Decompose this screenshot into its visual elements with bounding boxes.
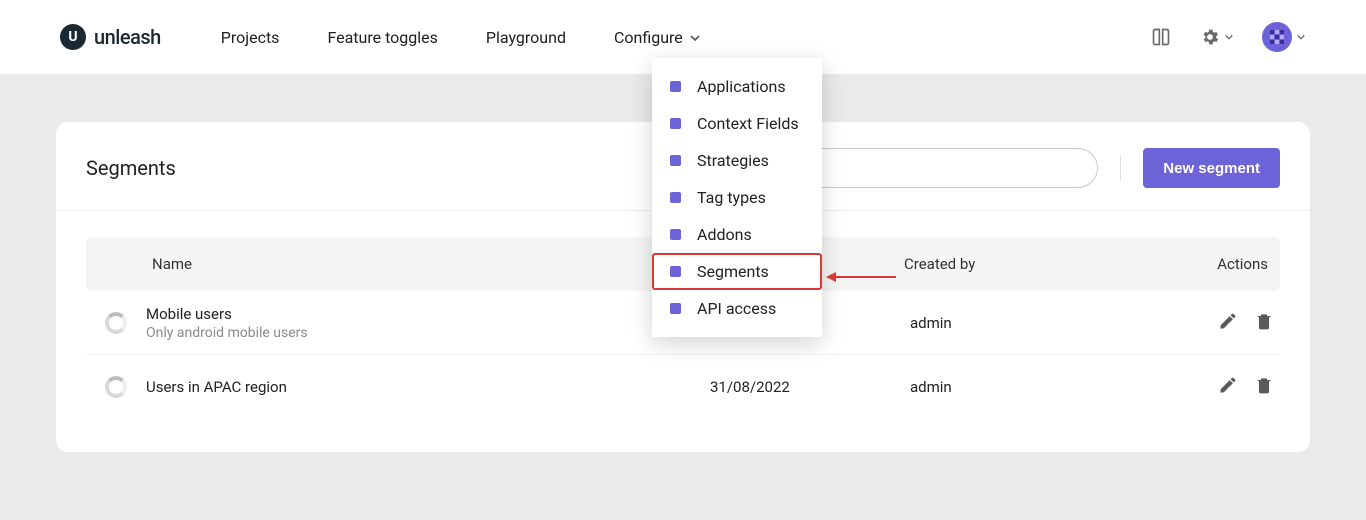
brand-mark: U (60, 24, 86, 50)
dd-tag-types[interactable]: Tag types (652, 179, 822, 216)
segment-name: Mobile users (146, 305, 710, 323)
dd-context-fields[interactable]: Context Fields (652, 105, 822, 142)
segment-desc: Only android mobile users (146, 325, 710, 341)
topbar-right (1150, 22, 1306, 52)
bullet-icon (670, 229, 681, 240)
dd-label: Strategies (697, 151, 769, 170)
dd-applications[interactable]: Applications (652, 68, 822, 105)
segment-icon (86, 312, 146, 334)
annotation-arrow (826, 270, 896, 284)
bullet-icon (670, 192, 681, 203)
avatar (1262, 22, 1292, 52)
row-created-by: admin (910, 314, 1160, 332)
dd-strategies[interactable]: Strategies (652, 142, 822, 179)
segment-name: Users in APAC region (146, 378, 710, 396)
edit-icon[interactable] (1218, 375, 1238, 399)
bullet-icon (670, 155, 681, 166)
dd-label: Tag types (697, 188, 766, 207)
row-created-by: admin (910, 378, 1160, 396)
row-created: 31/08/2022 (710, 378, 910, 396)
bullet-icon (670, 303, 681, 314)
col-actions: Actions (1154, 255, 1274, 273)
chevron-down-icon (689, 32, 699, 42)
dd-label: Addons (697, 225, 752, 244)
configure-dropdown: Applications Context Fields Strategies T… (652, 58, 822, 337)
row-name[interactable]: Users in APAC region (146, 378, 710, 396)
segment-icon (86, 376, 146, 398)
col-created-by[interactable]: Created by (904, 255, 1154, 273)
docs-icon[interactable] (1150, 27, 1172, 47)
user-menu[interactable] (1262, 22, 1306, 52)
main-nav: Projects Feature toggles Playground Conf… (221, 28, 699, 47)
divider (1120, 154, 1121, 182)
dd-label: API access (697, 299, 776, 318)
settings-icon[interactable] (1200, 27, 1234, 47)
delete-icon[interactable] (1254, 311, 1274, 335)
table-row: Users in APAC region 31/08/2022 admin (86, 355, 1280, 419)
dd-addons[interactable]: Addons (652, 216, 822, 253)
nav-configure-label: Configure (614, 28, 683, 47)
bullet-icon (670, 81, 681, 92)
dd-label: Context Fields (697, 114, 799, 133)
bullet-icon (670, 266, 681, 277)
dd-label: Segments (697, 262, 769, 281)
delete-icon[interactable] (1254, 375, 1274, 399)
brand-name: unleash (94, 25, 161, 49)
new-segment-button[interactable]: New segment (1143, 148, 1280, 188)
nav-feature-toggles[interactable]: Feature toggles (327, 28, 437, 47)
page-title: Segments (86, 156, 176, 180)
dd-api-access[interactable]: API access (652, 290, 822, 327)
nav-playground[interactable]: Playground (486, 28, 566, 47)
nav-configure[interactable]: Configure (614, 28, 699, 47)
dd-segments[interactable]: Segments (652, 253, 822, 290)
dd-label: Applications (697, 77, 786, 96)
row-name[interactable]: Mobile users Only android mobile users (146, 305, 710, 341)
edit-icon[interactable] (1218, 311, 1238, 335)
bullet-icon (670, 118, 681, 129)
col-name[interactable]: Name (152, 255, 704, 273)
nav-projects[interactable]: Projects (221, 28, 280, 47)
brand-logo[interactable]: U unleash (60, 24, 161, 50)
